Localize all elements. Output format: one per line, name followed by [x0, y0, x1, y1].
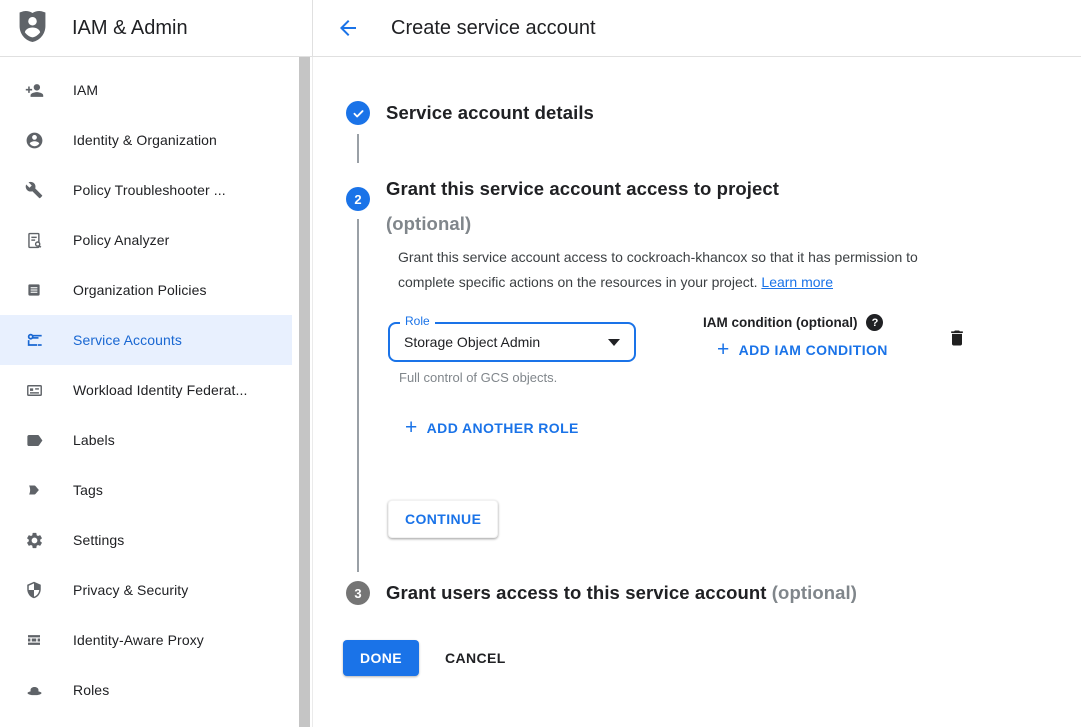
- step2-title: Grant this service account access to pro…: [386, 171, 946, 241]
- doc-search-icon: [24, 230, 44, 250]
- sidebar-item-policy-troubleshooter[interactable]: Policy Troubleshooter ...: [0, 165, 292, 215]
- sidebar-item-service-accounts[interactable]: Service Accounts: [0, 315, 292, 365]
- back-button[interactable]: [336, 16, 360, 40]
- sidebar-item-label: Tags: [73, 482, 103, 498]
- service-account-icon: [24, 330, 44, 350]
- gear-icon: [24, 530, 44, 550]
- step3-number-badge: 3: [346, 581, 370, 605]
- role-select[interactable]: Role Storage Object Admin: [388, 322, 636, 362]
- add-iam-condition-label: ADD IAM CONDITION: [739, 342, 888, 358]
- shield-icon: [24, 580, 44, 600]
- iam-admin-shield-icon: [17, 9, 48, 48]
- iam-condition-label-text: IAM condition (optional): [703, 315, 857, 330]
- sidebar-item-label: Workload Identity Federat...: [73, 382, 248, 398]
- sidebar-item-label: Settings: [73, 532, 124, 548]
- sidebar-item-settings[interactable]: Settings: [0, 515, 292, 565]
- plus-icon: +: [717, 341, 730, 359]
- sidebar-item-roles[interactable]: Roles: [0, 665, 292, 715]
- back-arrow-icon: [336, 16, 360, 40]
- sidebar-item-label: Identity-Aware Proxy: [73, 632, 204, 648]
- add-iam-condition-button[interactable]: + ADD IAM CONDITION: [717, 341, 888, 359]
- step2-description-text: Grant this service account access to coc…: [398, 249, 918, 290]
- step2-number: 2: [354, 192, 361, 207]
- cancel-button[interactable]: CANCEL: [435, 640, 516, 676]
- add-another-role-button[interactable]: + ADD ANOTHER ROLE: [405, 419, 579, 437]
- step-connector: [357, 134, 359, 163]
- step1-title: Service account details: [386, 102, 594, 124]
- learn-more-link[interactable]: Learn more: [761, 274, 833, 290]
- sidebar-item-policy-analyzer[interactable]: Policy Analyzer: [0, 215, 292, 265]
- app-header: IAM & Admin: [0, 0, 313, 56]
- page-header: Create service account: [313, 0, 1081, 56]
- doc-lines-icon: [24, 280, 44, 300]
- plus-icon: +: [405, 419, 418, 437]
- sidebar-item-label: Privacy & Security: [73, 582, 188, 598]
- badge-card-icon: [24, 380, 44, 400]
- sidebar-item-label: Policy Analyzer: [73, 232, 169, 248]
- sidebar-item-organization-policies[interactable]: Organization Policies: [0, 265, 292, 315]
- sidebar-item-label: Policy Troubleshooter ...: [73, 182, 226, 198]
- sidebar-item-tags[interactable]: Tags: [0, 465, 292, 515]
- chevron-down-icon: [608, 339, 620, 346]
- sidebar-item-privacy-security[interactable]: Privacy & Security: [0, 565, 292, 615]
- sidebar-item-label: Service Accounts: [73, 332, 182, 348]
- iam-condition-label: IAM condition (optional) ?: [703, 314, 883, 331]
- hat-icon: [24, 680, 44, 700]
- add-another-role-label: ADD ANOTHER ROLE: [427, 420, 579, 436]
- sidebar-item-iam[interactable]: IAM: [0, 65, 292, 115]
- sidebar-item-label: Organization Policies: [73, 282, 207, 298]
- label-tag-icon: [24, 430, 44, 450]
- sidebar-scrollbar[interactable]: [299, 57, 310, 727]
- sidebar: IAM Identity & Organization Policy Troub…: [0, 57, 313, 727]
- step-connector: [357, 219, 359, 572]
- sidebar-item-identity-aware-proxy[interactable]: Identity-Aware Proxy: [0, 615, 292, 665]
- sidebar-item-workload-identity-federation[interactable]: Workload Identity Federat...: [0, 365, 292, 415]
- step1-completed-check-icon: [346, 101, 370, 125]
- sidebar-item-label: Labels: [73, 432, 115, 448]
- sidebar-item-label: Identity & Organization: [73, 132, 217, 148]
- main-content: Service account details 2 Grant this ser…: [313, 57, 1081, 727]
- role-select-label: Role: [400, 315, 435, 327]
- step3-optional-label: (optional): [772, 582, 857, 603]
- account-circle-icon: [24, 130, 44, 150]
- step2-optional-label: (optional): [386, 213, 471, 234]
- app-title: IAM & Admin: [72, 17, 188, 40]
- proxy-grid-icon: [24, 630, 44, 650]
- scrollbar-thumb[interactable]: [299, 57, 310, 727]
- page-title: Create service account: [391, 17, 596, 40]
- continue-button[interactable]: CONTINUE: [388, 500, 498, 538]
- step3-title: Grant users access to this service accou…: [386, 582, 857, 604]
- role-select-value: Storage Object Admin: [404, 334, 608, 350]
- sidebar-item-labels[interactable]: Labels: [0, 415, 292, 465]
- sidebar-item-label: Roles: [73, 682, 109, 698]
- sidebar-item-label: IAM: [73, 82, 98, 98]
- role-helper-text: Full control of GCS objects.: [399, 370, 557, 385]
- step2-number-badge: 2: [346, 187, 370, 211]
- step3-title-text: Grant users access to this service accou…: [386, 582, 767, 603]
- step2-title-text: Grant this service account access to pro…: [386, 178, 779, 199]
- tag-arrow-icon: [24, 480, 44, 500]
- help-icon[interactable]: ?: [866, 314, 883, 331]
- wrench-icon: [24, 180, 44, 200]
- step3-number: 3: [354, 586, 361, 601]
- sidebar-item-identity-organization[interactable]: Identity & Organization: [0, 115, 292, 165]
- done-button[interactable]: DONE: [343, 640, 419, 676]
- delete-role-button[interactable]: [947, 327, 969, 349]
- person-add-icon: [24, 80, 44, 100]
- trash-icon: [947, 327, 967, 349]
- step2-description: Grant this service account access to coc…: [398, 245, 978, 295]
- top-header: IAM & Admin Create service account: [0, 0, 1081, 57]
